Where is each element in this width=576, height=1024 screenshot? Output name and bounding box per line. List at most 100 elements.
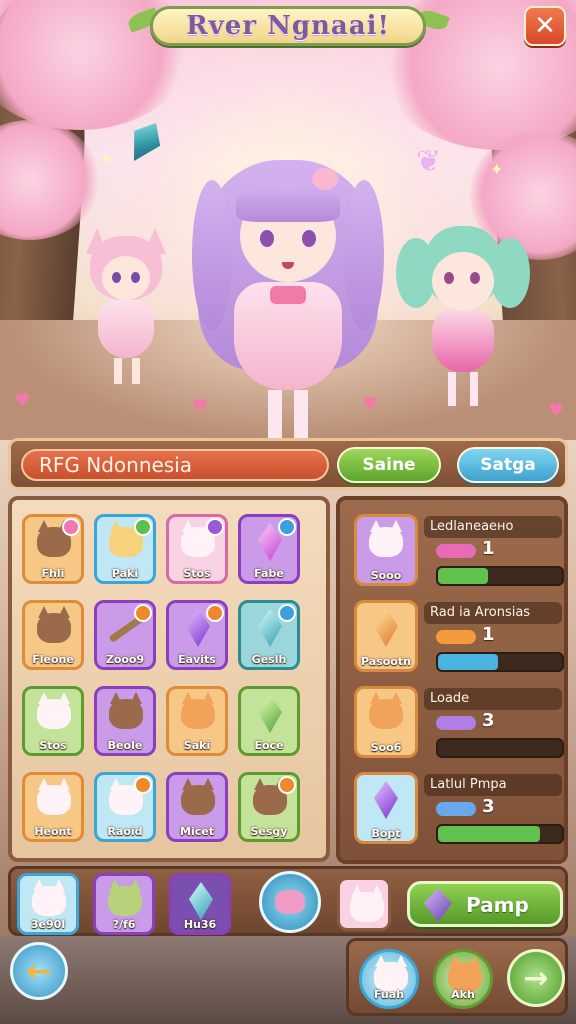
dock-slot[interactable]: ?/f6 bbox=[93, 873, 155, 935]
gem-icon bbox=[189, 882, 213, 920]
inventory-slot[interactable]: Geslh bbox=[238, 600, 300, 670]
character-cat-girl[interactable] bbox=[80, 228, 172, 388]
inventory-slot[interactable]: Stos bbox=[166, 514, 228, 584]
quest-item-progress-fill bbox=[438, 826, 540, 842]
quest-item[interactable]: Pasootn Rad ia Aronsias 1 bbox=[350, 596, 564, 676]
inventory-slot[interactable]: Eavits bbox=[166, 600, 228, 670]
character-green-hair-girl[interactable] bbox=[396, 218, 530, 408]
quest-item-count-bar bbox=[436, 716, 476, 730]
dock-slot[interactable]: Hu36 bbox=[169, 873, 231, 935]
inventory-slot[interactable]: Heont bbox=[22, 772, 84, 842]
inventory-slot-label: Beole bbox=[107, 739, 143, 752]
blue-gem-badge-icon bbox=[278, 604, 296, 622]
close-icon: ✕ bbox=[534, 11, 556, 41]
inventory-slot[interactable]: Raoid bbox=[94, 772, 156, 842]
footer-pet-label: Fuah bbox=[373, 988, 405, 1001]
gem-icon bbox=[424, 888, 452, 922]
back-arrow-button[interactable]: ← bbox=[10, 942, 68, 1000]
quest-item-title: Rad ia Aronsias bbox=[424, 602, 562, 624]
dock-slot-label: Hu36 bbox=[183, 918, 217, 931]
dock-slot-label: ?/f6 bbox=[112, 918, 136, 931]
quest-item-count: 1 bbox=[482, 538, 495, 559]
inventory-slot-label: Stos bbox=[183, 567, 211, 580]
inventory-slot[interactable]: Micet bbox=[166, 772, 228, 842]
quest-item-count: 3 bbox=[482, 710, 495, 731]
flower-badge-icon bbox=[62, 518, 80, 536]
pet-slot[interactable] bbox=[337, 877, 391, 931]
quest-item-icon-label: Sooo bbox=[370, 569, 402, 582]
sparkle-icon: ✦ bbox=[100, 150, 114, 169]
quest-item-count: 1 bbox=[482, 624, 495, 645]
pump-button[interactable]: Pamp bbox=[407, 881, 563, 927]
cat-icon bbox=[108, 886, 142, 916]
quest-item[interactable]: Sooo Ledlaneaено 1 bbox=[350, 510, 564, 590]
inventory-slot[interactable]: Fleone bbox=[22, 600, 84, 670]
inventory-slot[interactable]: Saki bbox=[166, 686, 228, 756]
close-button[interactable]: ✕ bbox=[524, 6, 566, 46]
save-button[interactable]: Saine bbox=[337, 447, 441, 483]
cat-icon bbox=[37, 785, 71, 815]
cat-icon bbox=[369, 527, 403, 557]
arrow-left-icon: ← bbox=[26, 953, 52, 989]
purple-gem-badge-icon bbox=[206, 518, 224, 536]
inventory-slot[interactable]: Fhli bbox=[22, 514, 84, 584]
quest-item-icon: Pasootn bbox=[354, 600, 418, 672]
green-gem-badge-icon bbox=[134, 518, 152, 536]
cat-icon bbox=[350, 892, 384, 922]
quest-item[interactable]: Soo6 Loade 3 bbox=[350, 682, 564, 762]
inventory-slot[interactable]: Fabe bbox=[238, 514, 300, 584]
quest-item-count-bar bbox=[436, 802, 476, 816]
quest-item-icon: Soo6 bbox=[354, 686, 418, 758]
footer-pet-slot[interactable]: Akh bbox=[433, 949, 493, 1009]
inventory-slot-label: Sesgy bbox=[250, 825, 288, 838]
quest-item-progress-fill bbox=[438, 568, 488, 584]
quest-item-icon: Bopt bbox=[354, 772, 418, 844]
character-main-heroine[interactable] bbox=[188, 150, 388, 440]
arrow-right-icon: → bbox=[523, 960, 549, 996]
title-banner: Rver Ngnaai! bbox=[150, 6, 426, 46]
quest-item-progress-bar bbox=[436, 738, 564, 758]
cat-icon bbox=[32, 886, 66, 916]
inventory-grid-panel: Fhli Paki Stos Fabe Fleone Zooo9 Eavits Geslh St… bbox=[8, 496, 330, 862]
cat-icon bbox=[181, 699, 215, 729]
pump-button-label: Pamp bbox=[466, 893, 529, 917]
dock-slot[interactable]: 3e90l bbox=[17, 873, 79, 935]
inventory-slot[interactable]: Paki bbox=[94, 514, 156, 584]
cat-icon bbox=[109, 699, 143, 729]
inventory-slot-label: Stos bbox=[39, 739, 67, 752]
bottom-dock: 3e90l ?/f6 Hu36 Pamp bbox=[8, 866, 568, 936]
inventory-slot[interactable]: Stos bbox=[22, 686, 84, 756]
quest-item-progress-bar bbox=[436, 566, 564, 586]
inventory-slot[interactable]: Eoce bbox=[238, 686, 300, 756]
inventory-slot-label: Eoce bbox=[254, 739, 284, 752]
quest-item-progress-bar bbox=[436, 824, 564, 844]
footer-panel: Fuah Akh → bbox=[346, 938, 568, 1016]
inventory-slot[interactable]: Zooo9 bbox=[94, 600, 156, 670]
inventory-slot-label: Raoid bbox=[107, 825, 143, 838]
sparkle-icon: ✦ bbox=[490, 160, 504, 179]
setup-button[interactable]: Satga bbox=[457, 447, 559, 483]
inventory-slot-label: Fhli bbox=[41, 567, 65, 580]
next-arrow-button[interactable]: → bbox=[507, 949, 565, 1007]
gem-icon bbox=[374, 781, 398, 819]
inventory-slot-label: Zooo9 bbox=[105, 653, 145, 666]
footer-pet-slot[interactable]: Fuah bbox=[359, 949, 419, 1009]
inventory-slot-label: Paki bbox=[111, 567, 139, 580]
quest-item[interactable]: Bopt Latlul Pmpa 3 bbox=[350, 768, 564, 848]
butterfly-icon: ❦ bbox=[416, 144, 442, 179]
quest-item-icon-label: Bopt bbox=[371, 827, 401, 840]
page-title: Rver Ngnaai! bbox=[186, 11, 390, 41]
quest-item-progress-bar bbox=[436, 652, 564, 672]
orange-gem-badge-icon bbox=[206, 604, 224, 622]
region-name: RFG Ndonnesia bbox=[21, 449, 329, 481]
candy-button[interactable] bbox=[259, 871, 321, 933]
quest-item-title: Latlul Pmpa bbox=[424, 774, 562, 796]
inventory-slot-label: Micet bbox=[180, 825, 214, 838]
quest-item-icon-label: Pasootn bbox=[361, 655, 411, 668]
inventory-slot[interactable]: Sesgy bbox=[238, 772, 300, 842]
quest-item-count: 3 bbox=[482, 796, 495, 817]
floating-crystal-icon bbox=[121, 115, 169, 168]
heart-icon: ♥ bbox=[548, 400, 565, 421]
blossom-cluster bbox=[0, 120, 100, 240]
inventory-slot[interactable]: Beole bbox=[94, 686, 156, 756]
